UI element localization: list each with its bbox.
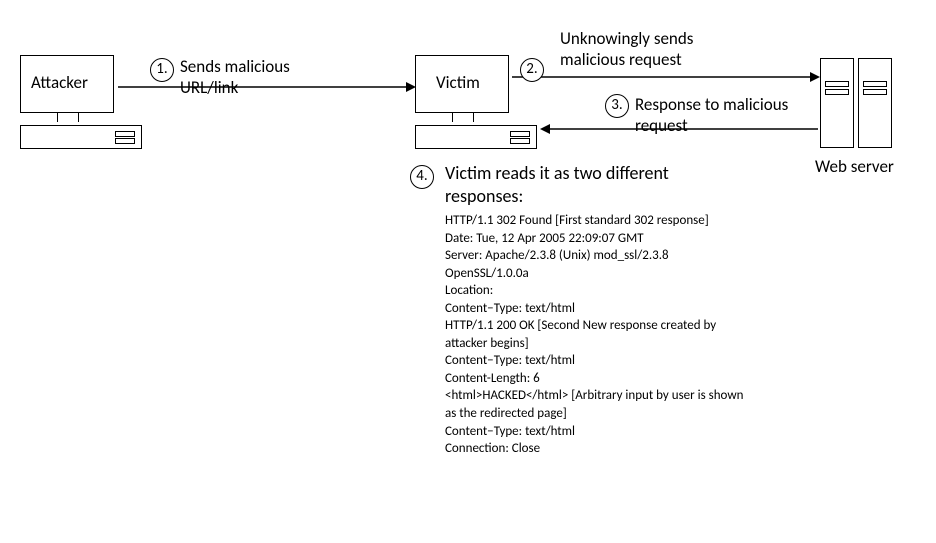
http-line: HTTP/1.1 302 Found [First standard 302 r…	[445, 212, 745, 230]
http-line: Content−Type: text/html	[445, 352, 745, 370]
step3-text: Response to malicious request	[635, 94, 825, 137]
webserver-label: Web server	[815, 156, 894, 177]
monitor-icon: Attacker	[20, 55, 114, 113]
webserver-node	[820, 58, 892, 148]
http-line: Content−Type: text/html	[445, 300, 745, 318]
computer-base-icon	[415, 125, 537, 149]
http-line: Server: Apache/2.3.8 (Unix) mod_ssl/2.3.…	[445, 247, 745, 282]
http-line: Content−Type: text/html	[445, 423, 745, 441]
http-line: Date: Tue, 12 Apr 2005 22:09:07 GMT	[445, 230, 745, 248]
step4-http-block: HTTP/1.1 302 Found [First standard 302 r…	[445, 212, 745, 458]
attacker-label: Attacker	[31, 72, 88, 93]
step1-number: 1.	[150, 58, 174, 82]
arrow-victim-to-server	[512, 70, 818, 84]
http-line: <html>HACKED</html> [Arbitrary input by …	[445, 387, 745, 422]
http-line: HTTP/1.1 200 OK [Second New response cre…	[445, 317, 745, 352]
http-line: Connection: Close	[445, 440, 745, 458]
attacker-node: Attacker	[20, 55, 142, 149]
step3-number: 3.	[605, 94, 629, 118]
server-icon	[858, 58, 892, 148]
monitor-icon: Victim	[415, 55, 509, 113]
server-icon	[820, 58, 854, 148]
computer-base-icon	[20, 125, 142, 149]
step2-number: 2.	[520, 58, 544, 82]
step2-text: Unknowingly sends malicious request	[560, 28, 750, 71]
step4-number: 4.	[410, 165, 434, 189]
http-line: Content-Length: 6	[445, 370, 745, 388]
victim-label: Victim	[436, 72, 480, 93]
http-line: Location:	[445, 282, 745, 300]
step1-text: Sends malicious URL/link	[180, 56, 340, 99]
step4-heading: Victim reads it as two different respons…	[445, 162, 745, 209]
